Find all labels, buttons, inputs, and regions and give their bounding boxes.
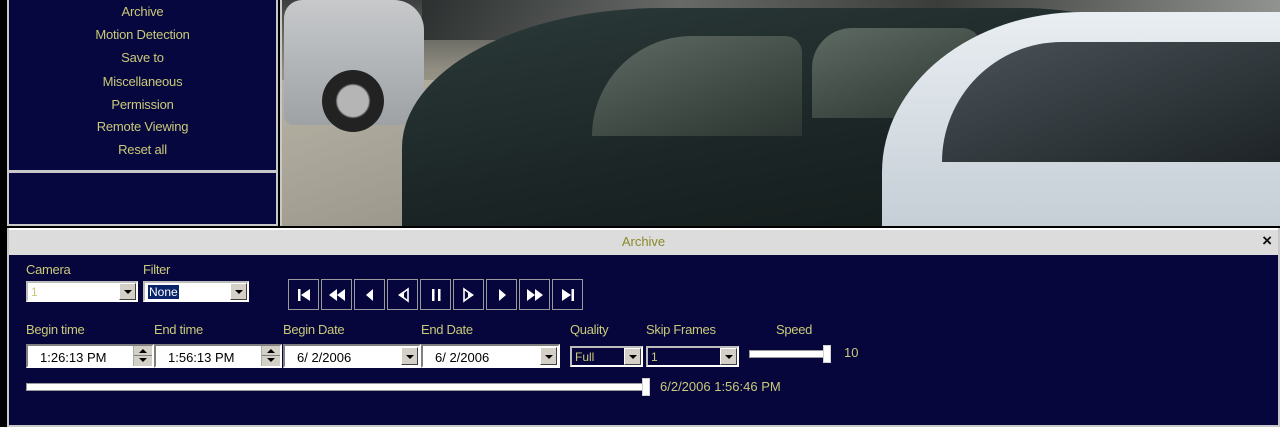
sedan-windshield [592,36,802,136]
pause-button[interactable] [420,279,451,310]
filter-label: Filter [143,262,171,277]
step-back-icon [365,288,373,301]
white-car-windshield [942,42,1280,162]
position-slider-track[interactable] [26,383,650,391]
fast-rewind-icon [328,288,345,301]
menu-item-permission[interactable]: Permission [9,97,276,113]
skip-to-end-button[interactable] [552,279,583,310]
end-date-label: End Date [421,322,473,337]
step-back-button[interactable] [354,279,385,310]
settings-menu: Archive Motion Detection Save to Miscell… [9,0,276,170]
position-timestamp: 6/2/2006 1:56:46 PM [660,379,781,394]
chevron-down-icon[interactable] [230,283,247,300]
fast-rewind-button[interactable] [321,279,352,310]
menu-item-miscellaneous[interactable]: Miscellaneous [9,74,276,90]
begin-time-input[interactable]: 1:26:13 PM [26,344,154,368]
chevron-down-icon[interactable] [624,348,641,365]
close-icon[interactable]: × [1262,231,1272,251]
skip-to-end-icon [561,288,574,301]
camera-value: 1 [31,285,38,299]
fast-forward-icon [526,288,543,301]
skip-frames-label: Skip Frames [646,322,716,337]
settings-sidebar: Archive Motion Detection Save to Miscell… [7,0,278,226]
quality-value: Full [575,350,595,364]
menu-item-remote-viewing[interactable]: Remote Viewing [9,119,276,135]
slow-reverse-icon [397,286,409,303]
archive-title: Archive [621,234,666,249]
suv-wheel [322,70,384,132]
chevron-down-icon[interactable] [720,348,737,365]
slow-reverse-button[interactable] [387,279,418,310]
end-date-value: 6/ 2/2006 [435,350,490,365]
menu-item-reset-all[interactable]: Reset all [9,142,276,158]
begin-time-spinner[interactable] [133,346,152,366]
speed-label: Speed [776,322,813,337]
end-date-picker[interactable]: 6/ 2/2006 [421,344,560,368]
camera-select[interactable]: 1 [26,281,138,302]
sidebar-divider [9,170,276,173]
slow-forward-button[interactable] [453,279,484,310]
begin-time-label: Begin time [26,322,85,337]
begin-date-picker[interactable]: 6/ 2/2006 [283,344,421,368]
fast-forward-button[interactable] [519,279,550,310]
camera-label: Camera [26,262,71,277]
menu-item-motion-detection[interactable]: Motion Detection [9,27,276,43]
skip-to-start-button[interactable] [288,279,319,310]
begin-date-value: 6/ 2/2006 [297,350,352,365]
end-time-label: End time [154,322,203,337]
camera-video-frame [280,0,1280,226]
end-time-value: 1:56:13 PM [168,350,235,365]
speed-slider-track[interactable] [749,350,831,358]
play-button[interactable] [486,279,517,310]
quality-select[interactable]: Full [570,346,643,367]
menu-item-archive[interactable]: Archive [9,4,276,20]
position-slider-thumb[interactable] [642,378,650,396]
play-icon [498,288,506,301]
archive-panel: Archive × Camera 1 Filter None Begin tim… [7,228,1280,427]
quality-label: Quality [570,322,609,337]
end-time-spinner[interactable] [261,346,280,366]
begin-time-value: 1:26:13 PM [40,350,107,365]
speed-slider-thumb[interactable] [823,345,831,363]
begin-date-label: Begin Date [283,322,345,337]
playback-controls [288,279,585,310]
menu-item-save-to[interactable]: Save to [9,50,276,66]
end-time-input[interactable]: 1:56:13 PM [154,344,282,368]
archive-title-bar: Archive × [9,228,1278,255]
filter-select[interactable]: None [143,281,249,302]
chevron-down-icon[interactable] [119,283,136,300]
skip-frames-select[interactable]: 1 [646,346,739,367]
skip-to-start-icon [297,288,310,301]
chevron-down-icon[interactable] [540,347,557,365]
pause-icon [431,288,440,301]
skip-frames-value: 1 [651,350,658,364]
filter-value: None [148,285,179,299]
chevron-down-icon[interactable] [401,347,418,365]
speed-value: 10 [844,345,859,360]
slow-forward-icon [462,286,474,303]
